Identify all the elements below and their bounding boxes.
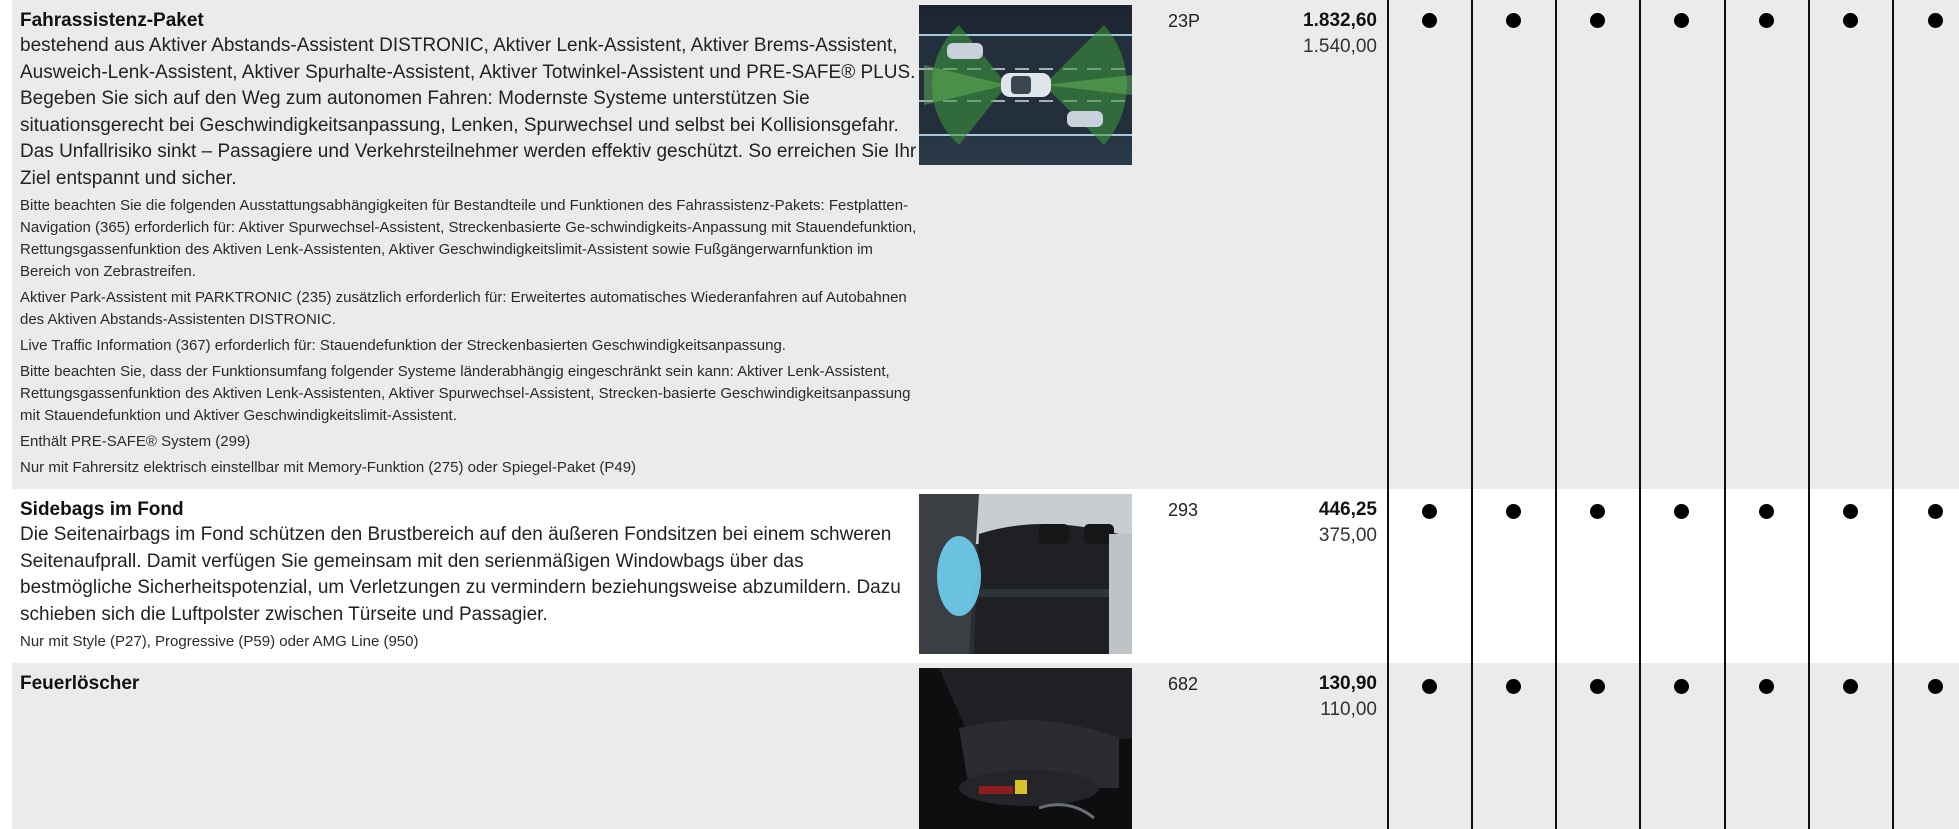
option-body: Die Seitenairbags im Fond schützen den B…	[20, 524, 901, 625]
option-title: Feuerlöscher	[20, 673, 140, 694]
price-net: 110,00	[1320, 699, 1377, 720]
availability-dot	[1928, 13, 1943, 28]
option-price: 446,25 375,00	[1319, 497, 1377, 549]
availability-dot	[1843, 504, 1858, 519]
option-note: Bitte beachten Sie die folgenden Ausstat…	[20, 197, 917, 280]
availability-dot	[1674, 504, 1689, 519]
option-row-rear-sidebags: Sidebags im Fond Die Seitenairbags im Fo…	[12, 489, 1959, 663]
price-gross: 1.832,60	[1303, 10, 1377, 31]
column-divider	[1555, 0, 1557, 829]
option-note: Nur mit Style (P27), Progressive (P59) o…	[20, 633, 419, 650]
option-price: 1.832,60 1.540,00	[1303, 8, 1377, 60]
availability-dot	[1759, 13, 1774, 28]
option-note: Enthält PRE-SAFE® System (299)	[20, 433, 251, 450]
option-row-driving-assistance: Fahrassistenz-Paket bestehend aus Aktive…	[12, 0, 1959, 489]
availability-dot	[1422, 504, 1437, 519]
column-divider	[1639, 0, 1641, 829]
availability-dot	[1759, 504, 1774, 519]
option-price: 130,90 110,00	[1319, 671, 1377, 723]
fire-extinguisher-image	[919, 668, 1132, 829]
availability-dot	[1674, 13, 1689, 28]
column-divider	[1808, 0, 1810, 829]
column-divider	[1892, 0, 1894, 829]
availability-dot	[1422, 679, 1437, 694]
availability-dot	[1759, 679, 1774, 694]
availability-dot	[1843, 679, 1858, 694]
option-code: 293	[1168, 500, 1199, 520]
column-divider	[1471, 0, 1473, 829]
availability-dot	[1422, 13, 1437, 28]
option-title: Sidebags im Fond	[20, 499, 184, 520]
option-note: Live Traffic Information (367) erforderl…	[20, 337, 786, 354]
availability-dot	[1590, 679, 1605, 694]
price-gross: 130,90	[1318, 673, 1377, 694]
option-title: Fahrassistenz-Paket	[20, 10, 204, 31]
availability-dot	[1843, 13, 1858, 28]
availability-dot	[1590, 13, 1605, 28]
rear-seat-sidebag-image	[919, 494, 1132, 654]
price-net: 375,00	[1318, 525, 1377, 546]
price-net: 1.540,00	[1303, 36, 1377, 57]
option-row-fire-extinguisher: Feuerlöscher 682 130,90 110,00	[12, 663, 1959, 829]
option-body: bestehend aus Aktiver Abstands-Assistent…	[20, 35, 917, 189]
option-description: Fahrassistenz-Paket bestehend aus Aktive…	[20, 8, 920, 479]
option-note: Nur mit Fahrersitz elektrisch einstellba…	[20, 459, 637, 476]
option-code: 23P	[1168, 11, 1201, 31]
price-gross: 446,25	[1318, 499, 1377, 520]
driving-assistance-radar-image	[919, 5, 1132, 165]
availability-dot	[1928, 504, 1943, 519]
option-description: Sidebags im Fond Die Seitenairbags im Fo…	[20, 497, 920, 653]
availability-dot	[1506, 679, 1521, 694]
option-description: Feuerlöscher	[20, 671, 920, 696]
availability-dot	[1590, 504, 1605, 519]
availability-dot	[1506, 504, 1521, 519]
option-code: 682	[1168, 674, 1199, 694]
column-divider	[1724, 0, 1726, 829]
column-divider	[1387, 0, 1389, 829]
availability-dot	[1674, 679, 1689, 694]
availability-dot	[1928, 679, 1943, 694]
option-note: Bitte beachten Sie, dass der Funktionsum…	[20, 363, 911, 424]
option-note: Aktiver Park-Assistent mit PARKTRONIC (2…	[20, 289, 907, 328]
availability-dot	[1506, 13, 1521, 28]
